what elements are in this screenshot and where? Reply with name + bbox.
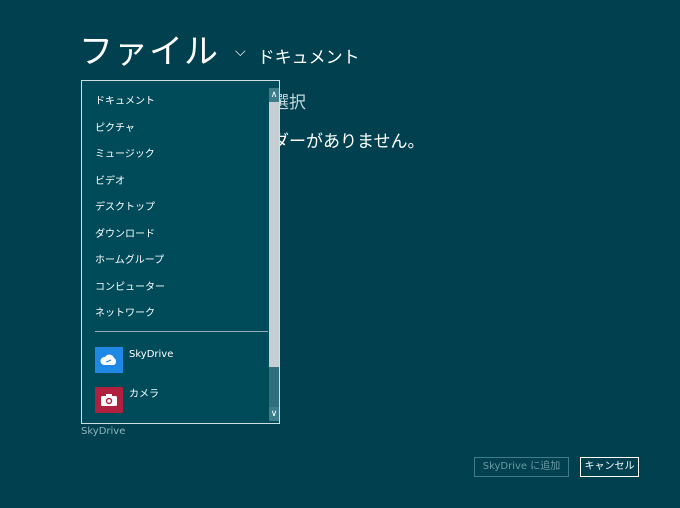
skydrive-label: SkyDrive (129, 349, 174, 360)
cloud-icon (100, 354, 117, 365)
dropdown-item-videos[interactable]: ビデオ (95, 175, 125, 189)
dropdown-item-homegroup[interactable]: ホームグループ (95, 254, 164, 268)
scroll-thumb[interactable] (269, 102, 279, 367)
camera-icon (101, 394, 117, 406)
location-label[interactable]: ドキュメント (258, 47, 360, 69)
current-location-label: SkyDrive (81, 426, 126, 437)
add-to-skydrive-button[interactable]: SkyDrive に追加 (474, 457, 569, 477)
dropdown-scrollbar[interactable]: ∧ ∨ (269, 88, 279, 421)
camera-tile (95, 387, 123, 413)
dropdown-divider (95, 331, 268, 332)
dropdown-item-camera[interactable]: カメラ (95, 387, 159, 413)
cancel-button[interactable]: キャンセル (580, 457, 639, 477)
app-title: ファイル (79, 32, 219, 72)
scroll-up-icon[interactable]: ∧ (269, 88, 279, 102)
location-dropdown: ドキュメント ピクチャ ミュージック ビデオ デスクトップ ダウンロード ホーム… (81, 80, 280, 424)
chevron-down-icon[interactable]: ⌵ (235, 45, 246, 59)
dropdown-item-downloads[interactable]: ダウンロード (95, 228, 155, 242)
dropdown-item-network[interactable]: ネットワーク (95, 307, 155, 321)
scroll-track[interactable] (269, 102, 279, 407)
header: ファイル ⌵ ドキュメント (79, 30, 360, 74)
empty-folder-message: ダーがありません。 (272, 132, 425, 152)
skydrive-tile (95, 347, 123, 373)
dropdown-item-documents[interactable]: ドキュメント (95, 95, 155, 109)
dropdown-item-pictures[interactable]: ピクチャ (95, 122, 135, 136)
camera-label: カメラ (129, 389, 159, 400)
scroll-down-icon[interactable]: ∨ (269, 407, 279, 421)
dropdown-item-computer[interactable]: コンピューター (95, 281, 165, 295)
dropdown-item-music[interactable]: ミュージック (95, 148, 155, 162)
dropdown-item-skydrive[interactable]: SkyDrive (95, 347, 173, 373)
dropdown-item-desktop[interactable]: デスクトップ (95, 201, 155, 215)
